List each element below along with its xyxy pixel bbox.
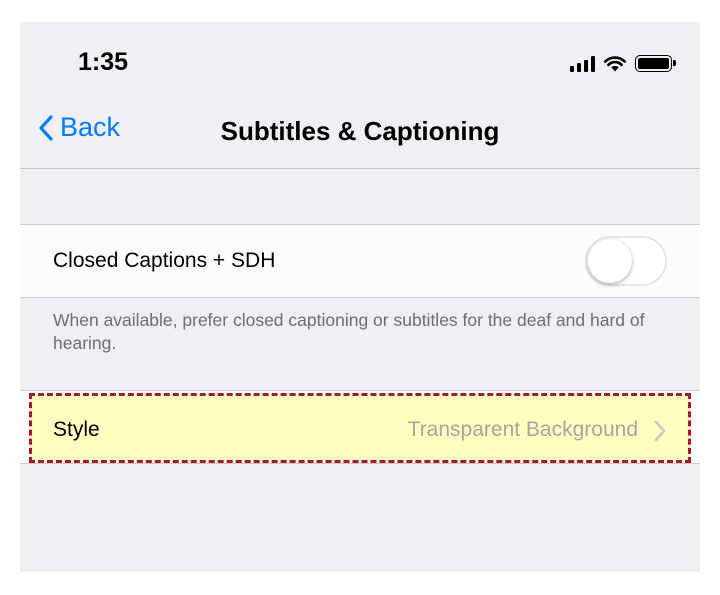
chevron-right-icon [654,420,666,442]
closed-captions-footer: When available, prefer closed captioning… [53,310,645,353]
settings-screen: 1:35 Back Subtitles & Captioning Closed … [20,22,700,572]
cellular-signal-icon [570,56,595,72]
style-label: Style [53,418,100,441]
status-bar: 1:35 [20,22,700,102]
page-title: Subtitles & Captioning [220,116,500,146]
closed-captions-label: Closed Captions + SDH [53,249,276,272]
style-group: Style Transparent Background [20,390,700,464]
closed-captions-toggle[interactable] [585,236,667,286]
status-time: 1:35 [78,48,129,76]
navigation-bar: Back Subtitles & Captioning [20,102,700,169]
toggle-knob [588,239,632,283]
closed-captions-row: Closed Captions + SDH [20,224,700,298]
status-icons [570,55,676,72]
battery-icon [635,55,676,72]
style-value: Transparent Background [407,418,638,441]
wifi-icon [603,56,627,72]
style-row[interactable]: Style Transparent Background [29,393,691,463]
